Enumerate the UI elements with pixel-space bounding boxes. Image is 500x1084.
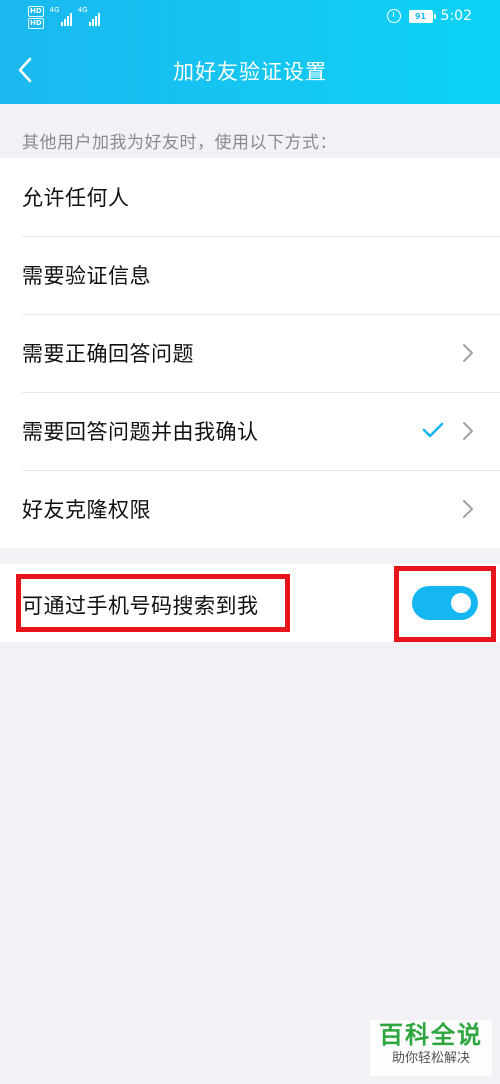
status-bar-left: HD HD 4G 4G [28, 6, 100, 29]
option-require-verification[interactable]: 需要验证信息 [0, 236, 500, 314]
status-bar: HD HD 4G 4G 91 5:02 [0, 0, 500, 36]
watermark-title: 百科全说 [379, 1021, 483, 1049]
chevron-right-icon [463, 344, 473, 362]
signal-icon: 4G [50, 6, 72, 26]
signal-label: 4G [49, 6, 60, 14]
watermark-logo: 百科全说 助你轻松解决 [370, 1020, 492, 1076]
signal-label: 4G [77, 6, 88, 14]
status-bar-right: 91 5:02 [386, 8, 472, 24]
watermark-subtitle: 助你轻松解决 [391, 1051, 470, 1066]
header-bar: HD HD 4G 4G 91 5:02 加好友验证设置 [0, 0, 500, 104]
option-allow-anyone[interactable]: 允许任何人 [0, 158, 500, 236]
signal-icon: 4G [78, 6, 100, 26]
page-title: 加好友验证设置 [173, 60, 327, 84]
hd-badges: HD HD [28, 6, 44, 29]
chevron-right-icon [463, 500, 473, 518]
highlight-box-toggle [394, 566, 496, 642]
option-answer-and-confirm[interactable]: 需要回答问题并由我确认 [0, 392, 500, 470]
option-label: 需要正确回答问题 [22, 342, 194, 366]
hd-badge: HD [28, 18, 44, 29]
option-label: 好友克隆权限 [22, 498, 151, 522]
option-label: 需要回答问题并由我确认 [22, 420, 259, 444]
status-time: 5:02 [440, 8, 472, 24]
hd-badge: HD [28, 6, 44, 17]
battery-icon: 91 [408, 9, 436, 23]
checkmark-icon [422, 422, 444, 438]
section-hint: 其他用户加我为好友时，使用以下方式： [22, 133, 337, 153]
verification-options-list: 允许任何人 需要验证信息 需要正确回答问题 需要回答问题并由我确认 好友克隆权限 [0, 158, 500, 548]
option-label: 需要验证信息 [22, 264, 151, 288]
nav-bar: 加好友验证设置 [0, 36, 500, 104]
chevron-right-icon [463, 422, 473, 440]
option-label: 允许任何人 [22, 186, 130, 210]
highlight-box-label [16, 574, 290, 632]
alarm-icon [386, 9, 401, 23]
option-correct-answer[interactable]: 需要正确回答问题 [0, 314, 500, 392]
option-friend-clone-permission[interactable]: 好友克隆权限 [0, 470, 500, 548]
